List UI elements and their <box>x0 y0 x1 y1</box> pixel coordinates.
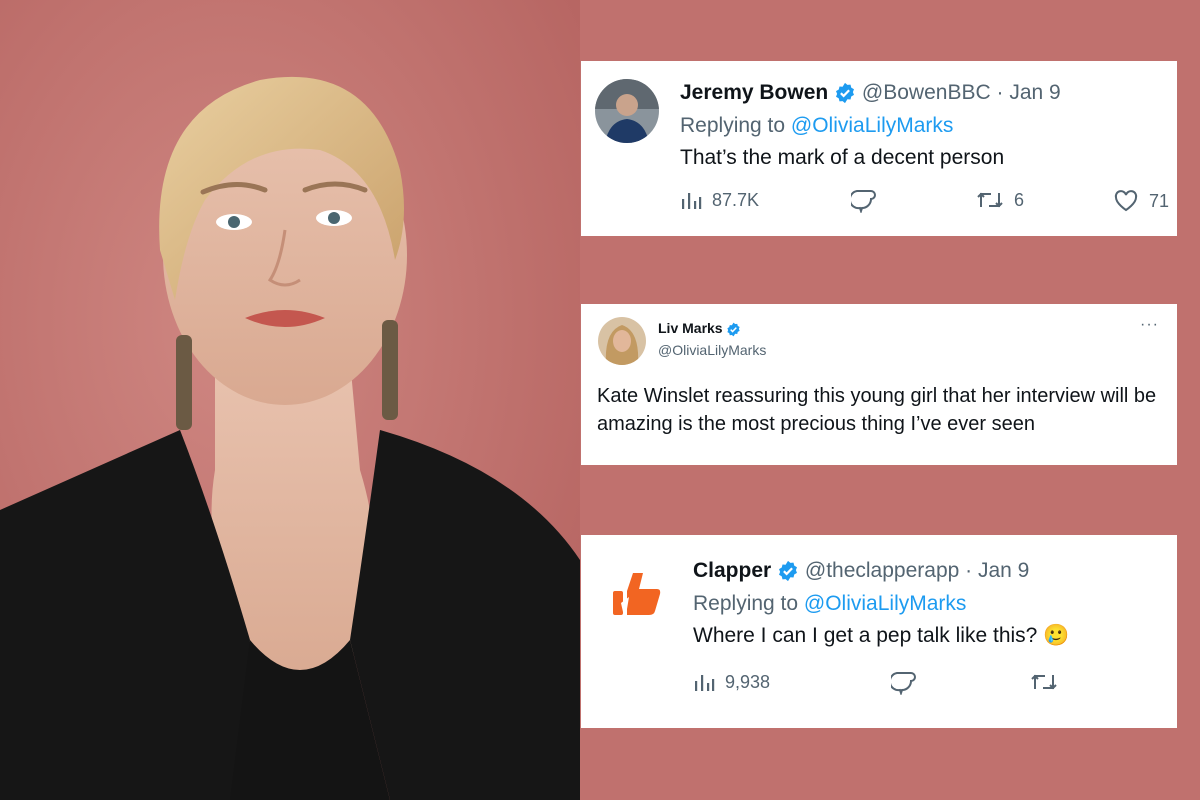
reply-icon <box>891 671 917 695</box>
like-button[interactable]: 71 <box>1113 189 1169 213</box>
replying-to-link[interactable]: @OliviaLilyMarks <box>791 114 954 137</box>
timestamp[interactable]: Jan 9 <box>1009 81 1060 104</box>
avatar[interactable] <box>598 317 646 365</box>
display-name[interactable]: Jeremy Bowen <box>680 81 828 104</box>
verified-badge-icon <box>726 322 741 337</box>
handle[interactable]: @theclapperapp <box>805 559 959 582</box>
handle[interactable]: @OliviaLilyMarks <box>658 342 766 358</box>
replying-to-link[interactable]: @OliviaLilyMarks <box>804 592 967 615</box>
reply-button[interactable] <box>891 671 917 695</box>
views-icon <box>693 671 715 693</box>
tweet-text: That’s the mark of a decent person <box>680 146 1005 169</box>
retweet-button[interactable] <box>1030 671 1058 693</box>
timestamp[interactable]: Jan 9 <box>978 559 1029 582</box>
verified-badge-icon <box>834 82 856 104</box>
views-button[interactable]: 87.7K <box>680 189 759 211</box>
reply-icon <box>851 189 877 213</box>
action-bar: 87.7K 6 71 <box>581 189 1177 219</box>
heart-icon <box>1113 189 1139 213</box>
views-icon <box>680 189 702 211</box>
verified-badge-icon <box>777 560 799 582</box>
retweet-count: 6 <box>1014 189 1025 210</box>
clapper-logo-icon[interactable] <box>603 563 667 627</box>
smiling-tear-emoji: 🥲 <box>1043 624 1070 647</box>
action-bar: 9,938 <box>581 671 1177 701</box>
tweet-text: Kate Winslet reassuring this young girl … <box>597 385 1157 435</box>
more-options-icon[interactable]: ··· <box>1140 316 1159 334</box>
display-name[interactable]: Clapper <box>693 559 771 582</box>
retweet-icon <box>976 189 1004 211</box>
views-count: 87.7K <box>712 189 760 210</box>
tweet-card-clapper[interactable]: Clapper @theclapperapp · Jan 9 Replying … <box>581 535 1177 728</box>
avatar[interactable] <box>595 79 659 143</box>
tweet-text: Where I can I get a pep talk like this? <box>693 624 1038 647</box>
tweet-card-liv-marks[interactable]: Liv Marks @OliviaLilyMarks ··· Kate Wins… <box>581 304 1177 465</box>
reply-button[interactable] <box>851 189 877 213</box>
retweet-icon <box>1030 671 1058 693</box>
handle[interactable]: @BowenBBC <box>862 81 991 104</box>
retweet-button[interactable]: 6 <box>976 189 1024 211</box>
views-button[interactable]: 9,938 <box>693 671 770 693</box>
tweet-card-jeremy-bowen[interactable]: Jeremy Bowen @BowenBBC · Jan 9 Replying … <box>581 61 1177 236</box>
replying-label: Replying to <box>680 114 786 137</box>
display-name[interactable]: Liv Marks <box>658 320 723 336</box>
portrait-photo <box>0 0 580 800</box>
like-count: 71 <box>1149 190 1170 211</box>
replying-label: Replying to <box>693 592 799 615</box>
views-count: 9,938 <box>725 671 771 692</box>
